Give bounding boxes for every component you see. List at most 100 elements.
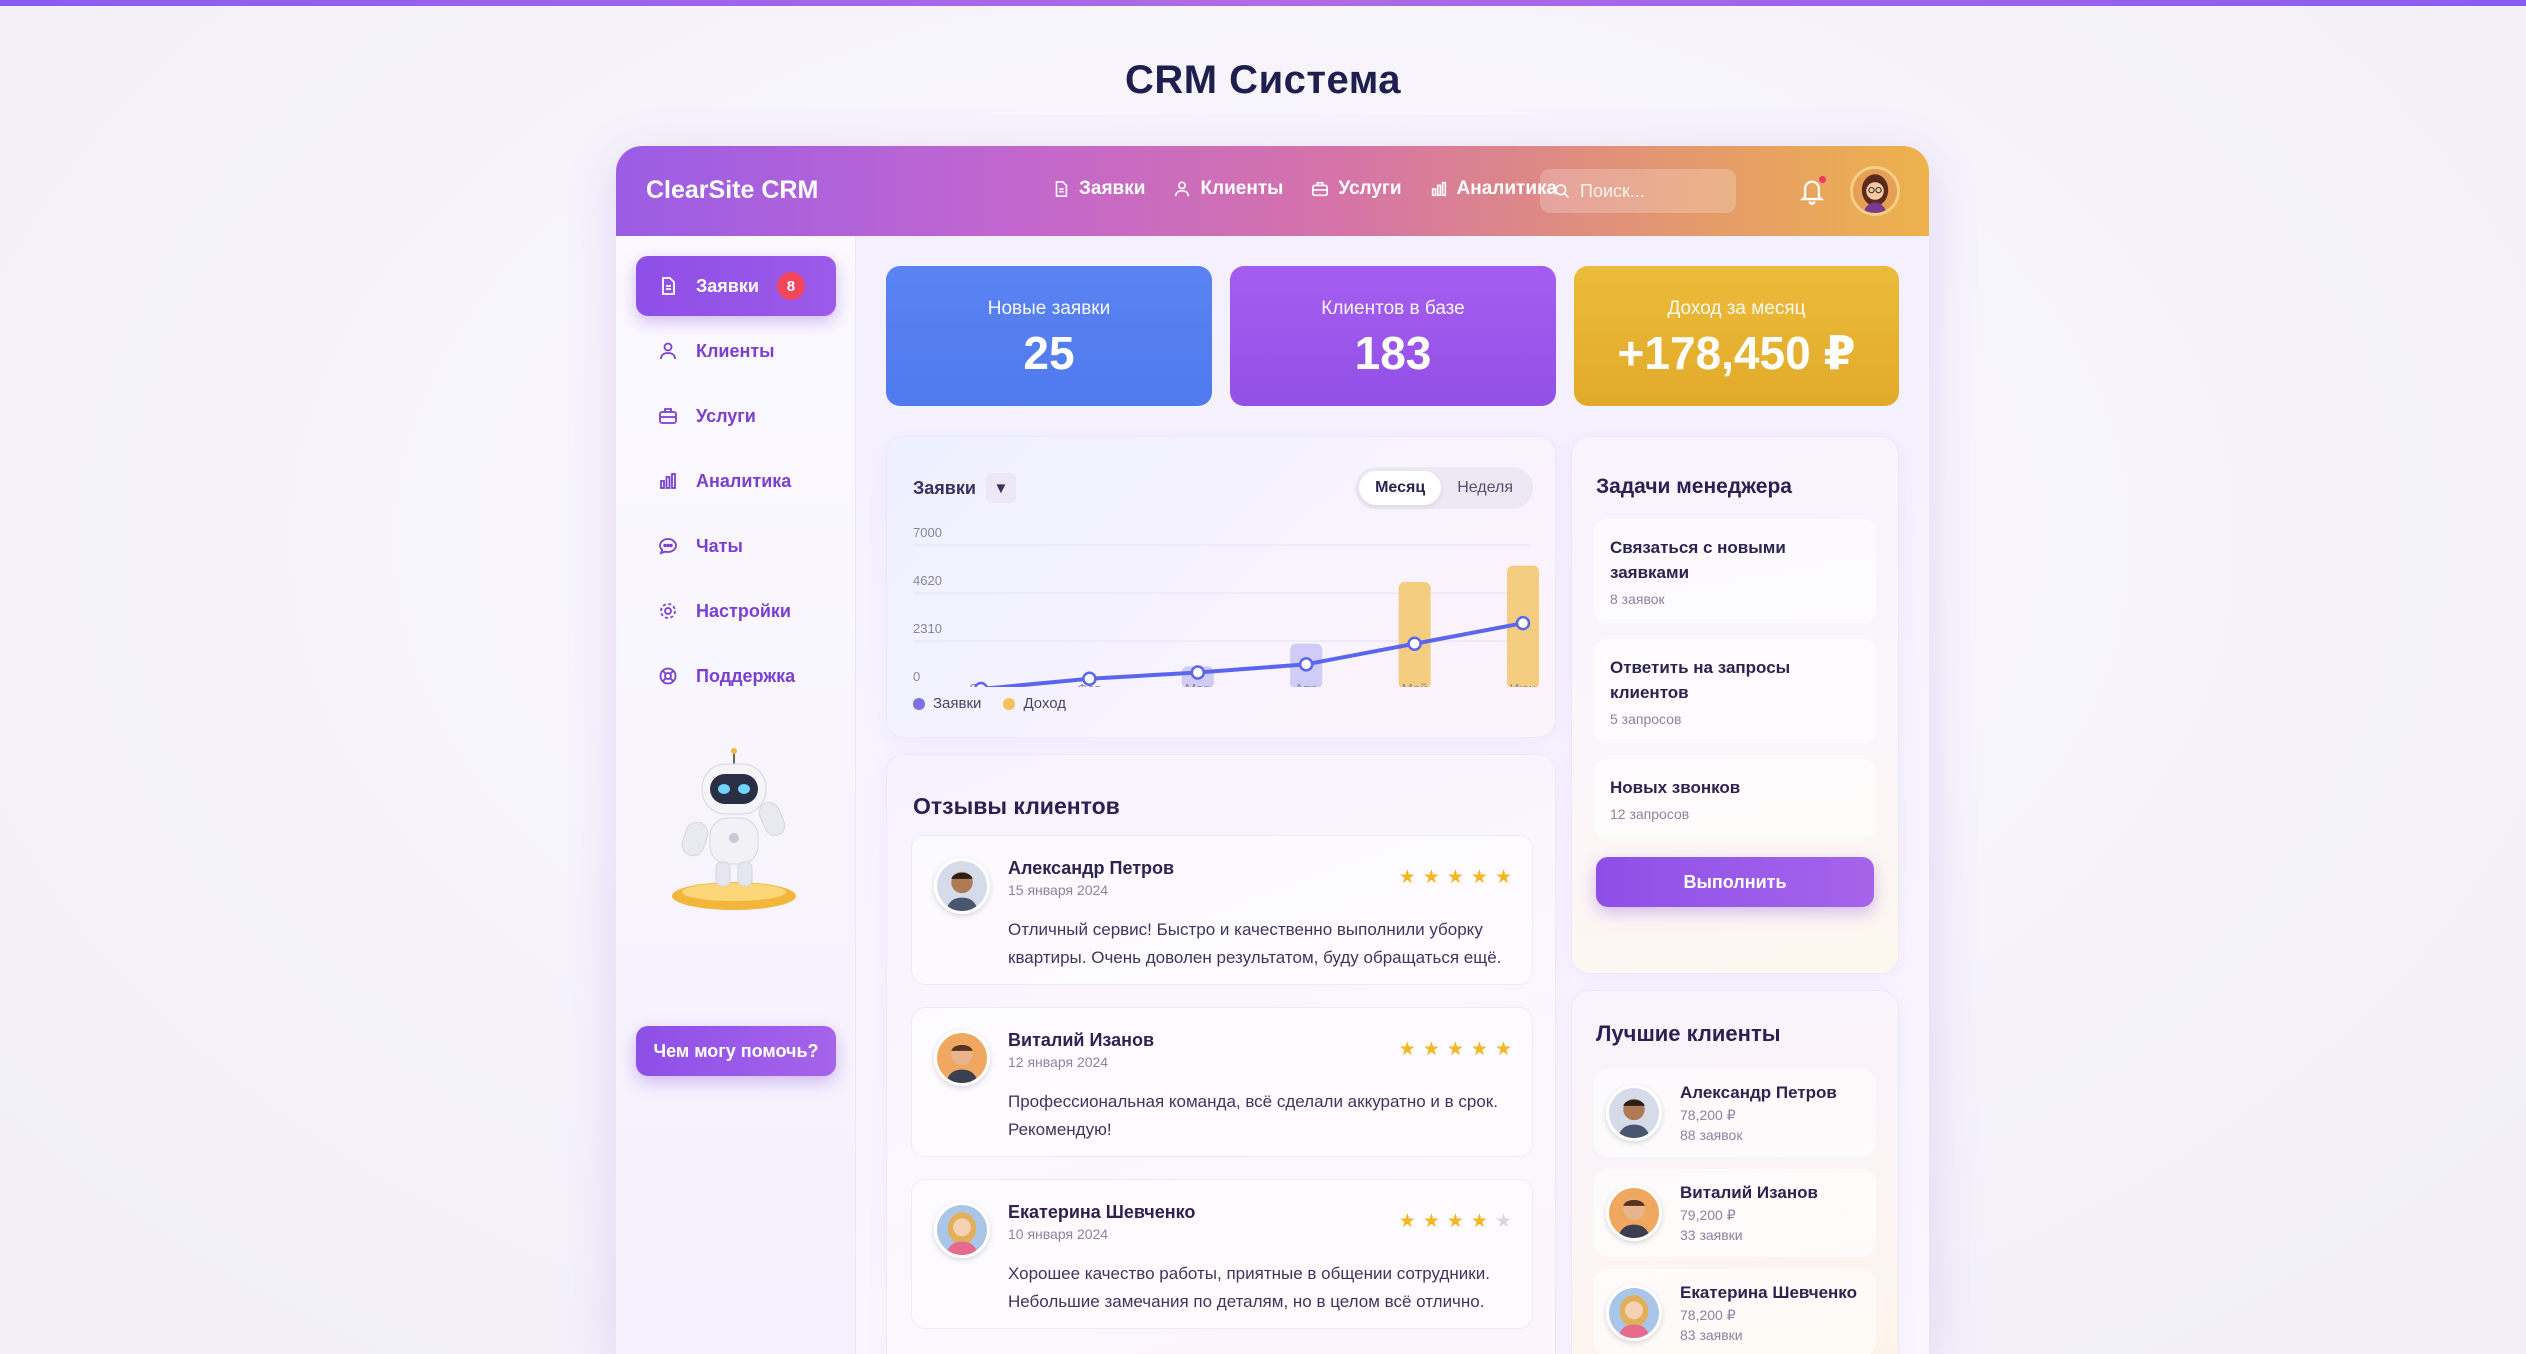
series-line xyxy=(980,621,1525,687)
search-input[interactable] xyxy=(1580,180,1720,202)
briefcase-icon xyxy=(659,408,677,424)
y-tick-label: 4620 xyxy=(913,573,942,588)
sidebar-item-label: Клиенты xyxy=(696,340,775,361)
stat-card-new-requests[interactable]: Новые заявки 25 xyxy=(886,266,1212,406)
star-icon: ★ xyxy=(1398,867,1416,888)
search-icon xyxy=(1555,184,1569,198)
star-icon: ★ xyxy=(1470,1211,1488,1232)
star-icon: ★ xyxy=(1398,1211,1416,1232)
legend-item-income: Доход xyxy=(1003,695,1066,712)
nav-item-analytics[interactable]: Аналитика xyxy=(1430,178,1557,200)
nav-item-services[interactable]: Услуги xyxy=(1311,178,1402,200)
task-subtitle: 8 заявок xyxy=(1610,591,1665,607)
client-avatar xyxy=(1606,1285,1662,1341)
sidebar-item-settings[interactable]: Настройки xyxy=(636,581,836,641)
sidebar-item-label: Аналитика xyxy=(696,470,792,491)
reviewer-avatar xyxy=(934,1202,990,1258)
star-icon: ★ xyxy=(1422,1211,1440,1232)
users-icon xyxy=(1175,181,1190,197)
sidebar-item-support[interactable]: Поддержка xyxy=(636,646,836,706)
reviewer-name: Александр Петров xyxy=(1008,858,1175,878)
avatar-illustration xyxy=(1609,1188,1659,1238)
reviewer-avatar xyxy=(934,858,990,914)
avatar-illustration xyxy=(937,1205,987,1255)
manager-tasks-card: Задачи менеджера Связаться с новыми заяв… xyxy=(1571,436,1899,974)
star-icon: ★ xyxy=(1446,1039,1464,1060)
star-rating: ★ ★ ★ ★ ★ xyxy=(1399,1038,1512,1061)
reviews-card: Отзывы клиентов Александр Петров 15 янва… xyxy=(886,754,1556,1354)
crm-app-window: ClearSite CRM Заявки Клиенты Услуги Анал… xyxy=(616,146,1929,1354)
stat-label: Новые заявки xyxy=(987,298,1111,319)
users-icon xyxy=(660,342,676,360)
x-tick-label: Апр xyxy=(1295,681,1318,687)
stat-label: Клиентов в базе xyxy=(1321,298,1465,319)
client-orders: 33 заявки xyxy=(1680,1227,1743,1243)
sidebar-item-analytics[interactable]: Аналитика xyxy=(636,451,836,511)
sidebar-item-services[interactable]: Услуги xyxy=(636,386,836,446)
avatar-illustration xyxy=(937,861,987,911)
star-icon: ★ xyxy=(1446,867,1464,888)
review-text: Профессиональная команда, всё сделали ак… xyxy=(1008,1092,1498,1139)
sidebar-item-label: Настройки xyxy=(696,600,791,621)
client-item[interactable]: Александр Петров 78,200 ₽ 88 заявок xyxy=(1594,1069,1876,1157)
review-date: 15 января 2024 xyxy=(1008,882,1109,898)
y-tick-label: 2310 xyxy=(913,621,942,636)
legend-swatch xyxy=(1003,697,1016,710)
nav-label: Клиенты xyxy=(1200,178,1284,199)
client-item[interactable]: Екатерина Шевченко 78,200 ₽ 83 заявки xyxy=(1594,1269,1876,1354)
robot-assistant-illustration xyxy=(672,748,796,910)
task-title: Ответить на запросы клиентов xyxy=(1610,658,1791,702)
star-icon: ★ xyxy=(1446,1211,1464,1232)
review-date: 12 января 2024 xyxy=(1008,1054,1109,1070)
sidebar-item-clients[interactable]: Клиенты xyxy=(636,321,836,381)
reviews-title: Отзывы клиентов xyxy=(913,793,1120,819)
review-date: 10 января 2024 xyxy=(1008,1226,1109,1242)
reviewer-avatar xyxy=(934,1030,990,1086)
sidebar-item-requests[interactable]: Заявки 8 xyxy=(636,256,836,316)
search-box xyxy=(1540,169,1736,213)
notifications-button[interactable] xyxy=(1798,174,1828,206)
toggle-week[interactable]: Неделя xyxy=(1441,471,1529,505)
star-icon: ★ xyxy=(1422,867,1440,888)
client-amount: 79,200 ₽ xyxy=(1680,1207,1736,1223)
star-icon: ★ xyxy=(1470,1039,1488,1060)
nav-item-clients[interactable]: Клиенты xyxy=(1173,178,1283,200)
task-item[interactable]: Ответить на запросы клиентов 5 запросов xyxy=(1594,639,1876,743)
toggle-month[interactable]: Месяц xyxy=(1359,471,1442,505)
star-empty-icon: ★ xyxy=(1494,1211,1512,1232)
avatar-illustration xyxy=(1853,169,1897,213)
stat-card-income[interactable]: Доход за месяц +178,450 ₽ xyxy=(1574,266,1899,406)
line-point xyxy=(1298,657,1314,672)
line-point xyxy=(1407,636,1422,651)
avatar-illustration xyxy=(937,1033,987,1083)
task-item[interactable]: Связаться с новыми заявками 8 заявок xyxy=(1594,519,1876,623)
client-name: Александр Петров xyxy=(1680,1083,1837,1102)
client-amount: 78,200 ₽ xyxy=(1680,1307,1736,1323)
sidebar-item-chats[interactable]: Чаты xyxy=(636,516,836,576)
task-item[interactable]: Новых звонков 12 запросов xyxy=(1594,759,1876,838)
review-item[interactable]: Екатерина Шевченко 10 января 2024 ★ ★ ★ ★ ★ … xyxy=(911,1179,1533,1329)
star-rating: ★ ★ ★ ★ ★ xyxy=(1399,866,1512,889)
review-item[interactable]: Александр Петров 15 января 2024 ★ ★ ★ ★ ★ От… xyxy=(911,835,1533,985)
period-toggle: Месяц Неделя xyxy=(1355,467,1533,509)
best-clients-title: Лучшие клиенты xyxy=(1596,1021,1781,1046)
nav-item-requests[interactable]: Заявки xyxy=(1052,178,1145,200)
chevron-down-icon[interactable]: ▼ xyxy=(985,473,1016,503)
bar-chart-icon xyxy=(660,473,676,489)
star-rating: ★ ★ ★ ★ ★ xyxy=(1399,1210,1512,1233)
chart-select[interactable]: Заявки ▼ xyxy=(913,473,1016,503)
legend-label: Заявки xyxy=(933,695,982,712)
stat-card-clients[interactable]: Клиентов в базе 183 xyxy=(1230,266,1556,406)
review-item[interactable]: Виталий Изанов 12 января 2024 ★ ★ ★ ★ ★ Проф… xyxy=(911,1007,1533,1157)
star-icon: ★ xyxy=(1494,1039,1512,1060)
user-avatar[interactable] xyxy=(1850,166,1900,216)
x-tick-label: Мар xyxy=(1185,681,1210,687)
tasks-title: Задачи менеджера xyxy=(1596,475,1792,498)
star-icon: ★ xyxy=(1470,867,1488,888)
client-item[interactable]: Виталий Изанов 79,200 ₽ 33 заявки xyxy=(1594,1169,1876,1257)
document-icon xyxy=(662,277,675,295)
bar-mark xyxy=(1398,582,1431,687)
help-button[interactable]: Чем могу помочь? xyxy=(636,1026,836,1076)
brand-logo[interactable]: ClearSite CRM xyxy=(646,176,818,205)
execute-button[interactable]: Выполнить xyxy=(1596,857,1874,907)
